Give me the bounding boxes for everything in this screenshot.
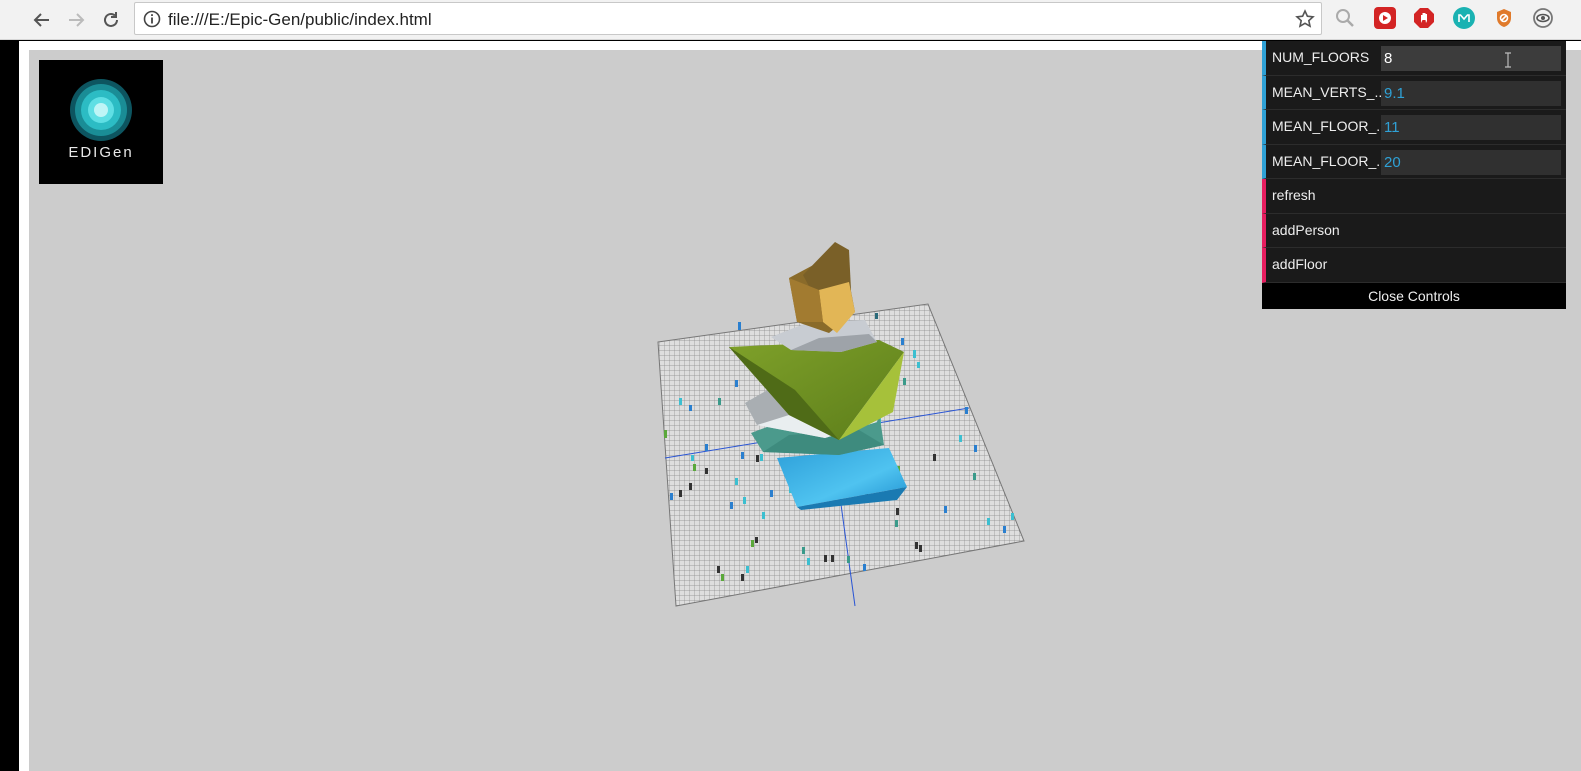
m-letter-icon: [1458, 14, 1470, 22]
gui-row-mean-verts: MEAN_VERTS_... 9.1: [1262, 75, 1566, 110]
info-icon[interactable]: [143, 10, 161, 28]
num-floors-input[interactable]: 8: [1381, 46, 1561, 71]
play-icon: [1379, 12, 1391, 24]
edigen-logo-mark-icon: [70, 79, 132, 141]
gui-label: addPerson: [1272, 221, 1340, 238]
add-person-button[interactable]: addPerson: [1262, 213, 1566, 248]
reload-icon: [104, 12, 118, 27]
left-window-border: [0, 41, 19, 771]
dat-gui-panel: NUM_FLOORS 8 MEAN_VERTS_... 9.1 MEAN_FLO…: [1262, 41, 1566, 309]
gui-row-mean-floor-b: MEAN_FLOOR_... 20: [1262, 144, 1566, 179]
close-controls-button[interactable]: Close Controls: [1262, 282, 1566, 309]
url-text[interactable]: file:///E:/Epic-Gen/public/index.html: [168, 10, 432, 30]
gui-label: addFloor: [1272, 256, 1328, 272]
mercury-extension-icon[interactable]: [1453, 7, 1475, 29]
gui-label: MEAN_FLOOR_...: [1272, 152, 1382, 169]
mean-verts-input[interactable]: 9.1: [1381, 80, 1561, 106]
mean-floor-input-b[interactable]: 20: [1381, 149, 1561, 175]
gui-row-mean-floor-a: MEAN_FLOOR_... 11: [1262, 110, 1566, 145]
mean-floor-input-a[interactable]: 11: [1381, 115, 1561, 140]
back-button[interactable]: [28, 6, 56, 34]
reload-button[interactable]: [97, 6, 125, 34]
address-bar[interactable]: file:///E:/Epic-Gen/public/index.html: [134, 2, 1322, 35]
bookmark-star-icon[interactable]: [1295, 9, 1315, 29]
youtube-extension-icon[interactable]: [1374, 7, 1396, 29]
back-arrow-icon: [33, 13, 49, 27]
forward-button[interactable]: [62, 6, 90, 34]
edigen-logo: EDIGen: [39, 60, 163, 184]
logo-wordmark: EDIGen: [68, 144, 134, 161]
gui-label: MEAN_VERTS_...: [1272, 83, 1382, 100]
add-floor-button[interactable]: addFloor: [1262, 248, 1566, 283]
text-cursor-icon: [1505, 52, 1511, 68]
gui-label: MEAN_FLOOR_...: [1272, 118, 1382, 134]
gui-label: NUM_FLOORS: [1272, 49, 1370, 65]
search-extension-icon[interactable]: [1334, 7, 1356, 29]
privacy-badger-icon[interactable]: [1493, 7, 1515, 29]
gui-row-num-floors: NUM_FLOORS 8: [1262, 41, 1566, 76]
browser-toolbar: file:///E:/Epic-Gen/public/index.html: [0, 0, 1581, 40]
refresh-button[interactable]: refresh: [1262, 179, 1566, 214]
eye-extension-icon[interactable]: [1532, 7, 1554, 29]
adblock-extension-icon[interactable]: [1413, 7, 1435, 29]
forward-arrow-icon: [69, 13, 85, 27]
gui-label: refresh: [1272, 187, 1316, 203]
